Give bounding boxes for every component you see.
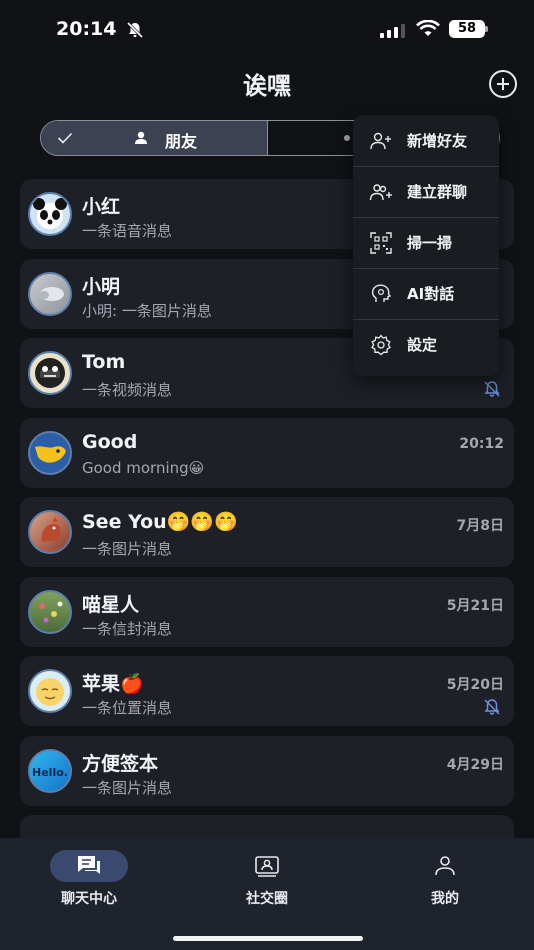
chat-preview: 一条语音消息 bbox=[82, 222, 173, 240]
menu-item-label: 掃一掃 bbox=[407, 234, 453, 252]
chat-name: 小红 bbox=[82, 196, 121, 218]
page-title: 诶嘿 bbox=[243, 72, 291, 100]
segment-friends-label: 朋友 bbox=[165, 132, 198, 151]
menu-item-ai-chat[interactable]: AI對話 bbox=[353, 268, 499, 319]
menu-item-add-friend[interactable]: 新增好友 bbox=[353, 115, 499, 166]
avatar bbox=[28, 430, 72, 475]
chat-row[interactable]: See You🤭🤭🤭 一条图片消息 7月8日 bbox=[20, 497, 514, 567]
home-indicator[interactable] bbox=[173, 936, 363, 941]
group-icon bbox=[344, 135, 350, 141]
chat-name: See You🤭🤭🤭 bbox=[82, 511, 238, 533]
checkmark-icon bbox=[57, 132, 73, 144]
chat-name: 苹果🍎 bbox=[82, 673, 144, 695]
person-icon bbox=[135, 131, 147, 144]
avatar bbox=[28, 589, 72, 634]
avatar bbox=[28, 271, 72, 316]
chat-preview: 一条图片消息 bbox=[82, 778, 173, 797]
mute-bell-icon bbox=[484, 699, 500, 715]
add-friend-icon bbox=[369, 129, 393, 153]
bottom-tab-bar: 聊天中心 社交圈 我的 bbox=[0, 838, 534, 950]
add-menu-button[interactable] bbox=[489, 70, 517, 98]
chat-row[interactable]: 喵星人 一条信封消息 5月21日 bbox=[20, 576, 514, 647]
menu-item-label: 建立群聊 bbox=[407, 183, 468, 201]
chat-row[interactable]: Good Good morning😀 20:12 bbox=[20, 417, 514, 488]
chat-preview: 一条视频消息 bbox=[82, 381, 173, 399]
chat-name: 小明 bbox=[82, 275, 121, 298]
chat-time: 5月20日 bbox=[446, 677, 504, 693]
tab-social-circle[interactable]: 社交圈 bbox=[207, 850, 327, 908]
chat-time: 4月29日 bbox=[446, 756, 504, 773]
tab-label: 聊天中心 bbox=[61, 891, 117, 907]
tab-label: 社交圈 bbox=[246, 891, 288, 907]
chat-name: Good bbox=[82, 430, 138, 453]
social-circle-icon bbox=[255, 856, 279, 877]
menu-item-label: AI對話 bbox=[407, 285, 455, 303]
wifi-icon bbox=[416, 20, 440, 36]
chat-bubble-icon bbox=[78, 856, 100, 874]
chat-preview: 一条信封消息 bbox=[82, 619, 173, 638]
chat-name: Tom bbox=[82, 351, 126, 373]
avatar: Hello. bbox=[28, 748, 72, 793]
add-dropdown-menu: 新增好友 建立群聊 掃一掃 AI對話 設定 bbox=[353, 115, 499, 376]
chat-preview: Good morning😀 bbox=[82, 458, 205, 477]
menu-item-label: 新增好友 bbox=[407, 132, 468, 150]
chat-row[interactable]: Hello. 方便签本 一条图片消息 4月29日 bbox=[20, 735, 514, 806]
chat-preview: 小明: 一条图片消息 bbox=[82, 301, 212, 320]
status-bar: 20:14 58 bbox=[0, 0, 534, 58]
tab-label: 我的 bbox=[431, 891, 459, 907]
mute-bell-icon bbox=[484, 381, 500, 397]
chat-time: 20:12 bbox=[459, 435, 504, 452]
chat-name: 喵星人 bbox=[82, 593, 140, 616]
battery-icon: 58 bbox=[449, 20, 488, 38]
settings-icon bbox=[369, 333, 393, 357]
menu-item-settings[interactable]: 設定 bbox=[353, 319, 499, 370]
avatar bbox=[28, 669, 72, 713]
tab-chat-center[interactable]: 聊天中心 bbox=[29, 850, 149, 908]
ai-chat-icon bbox=[369, 282, 393, 306]
chat-row[interactable]: 苹果🍎 一条位置消息 5月20日 bbox=[20, 656, 514, 726]
silent-mode-icon bbox=[126, 21, 144, 39]
avatar bbox=[28, 192, 72, 236]
chat-preview: 一条位置消息 bbox=[82, 699, 173, 717]
svg-text:Hello.: Hello. bbox=[32, 766, 68, 779]
menu-item-create-group[interactable]: 建立群聊 bbox=[353, 166, 499, 217]
avatar bbox=[28, 351, 72, 395]
profile-icon bbox=[435, 856, 455, 876]
avatar bbox=[28, 510, 72, 554]
chat-preview: 一条图片消息 bbox=[82, 540, 173, 558]
scan-qr-icon bbox=[369, 231, 393, 255]
menu-item-label: 設定 bbox=[407, 336, 438, 354]
menu-item-scan[interactable]: 掃一掃 bbox=[353, 217, 499, 268]
segment-friends[interactable]: 朋友 bbox=[41, 121, 268, 155]
chat-time: 7月8日 bbox=[456, 518, 504, 534]
chat-time: 5月21日 bbox=[446, 597, 504, 614]
status-time: 20:14 bbox=[56, 18, 117, 40]
cellular-signal-icon bbox=[380, 22, 405, 38]
create-group-icon bbox=[369, 180, 393, 204]
chat-name: 方便签本 bbox=[82, 752, 159, 775]
tab-profile[interactable]: 我的 bbox=[385, 850, 505, 908]
